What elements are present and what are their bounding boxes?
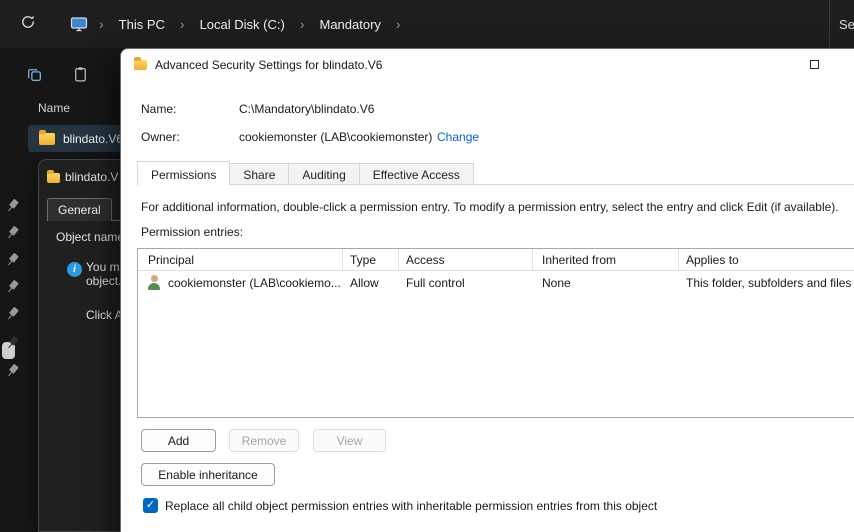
pin-icon[interactable] xyxy=(2,250,22,270)
table-header-row: Principal Type Access Inherited from App… xyxy=(138,249,854,271)
copy-icon xyxy=(26,66,43,88)
dialog-title: Advanced Security Settings for blindato.… xyxy=(155,58,383,72)
pin-icon[interactable] xyxy=(2,223,22,243)
dialog-tabs: Permissions Share Auditing Effective Acc… xyxy=(137,161,474,186)
column-header-access[interactable]: Access xyxy=(406,253,445,267)
column-header-inherited-from[interactable]: Inherited from xyxy=(542,253,616,267)
tab-share[interactable]: Share xyxy=(230,163,290,185)
column-header-type[interactable]: Type xyxy=(350,253,376,267)
maximize-icon xyxy=(809,59,819,69)
breadcrumb-chevron-icon: › xyxy=(99,16,104,32)
table-row[interactable]: cookiemonster (LAB\cookiemo... Allow Ful… xyxy=(138,271,854,294)
breadcrumb: › This PC › Local Disk (C:) › Mandatory … xyxy=(70,0,410,48)
cell-applies-to: This folder, subfolders and files xyxy=(686,276,852,290)
replace-permissions-checkbox[interactable]: ✓ xyxy=(143,498,158,513)
instructions-text: For additional information, double-click… xyxy=(141,200,839,214)
search-text: Sea xyxy=(839,16,854,32)
column-header-principal[interactable]: Principal xyxy=(148,253,194,267)
column-separator xyxy=(398,249,399,271)
refresh-button[interactable] xyxy=(14,10,42,38)
explorer-address-bar: › This PC › Local Disk (C:) › Mandatory … xyxy=(0,0,854,48)
enable-inheritance-button[interactable]: Enable inheritance xyxy=(141,463,275,486)
add-button[interactable]: Add xyxy=(141,429,216,452)
clipboard-button[interactable] xyxy=(67,64,93,90)
name-label: Name: xyxy=(141,102,177,116)
folder-icon xyxy=(39,129,55,145)
column-separator xyxy=(532,249,533,271)
tab-effective-access[interactable]: Effective Access xyxy=(359,163,474,185)
pin-icon[interactable] xyxy=(2,361,22,381)
file-item-blindato-v6[interactable]: blindato.V6 xyxy=(28,125,122,152)
properties-info-text-line2: object. xyxy=(86,274,122,288)
tab-general[interactable]: General xyxy=(47,198,112,221)
object-name-label: Object name: xyxy=(56,230,128,244)
cell-type: Allow xyxy=(350,276,379,290)
change-owner-link[interactable]: Change xyxy=(437,130,479,144)
permission-entries-label: Permission entries: xyxy=(141,225,244,239)
view-button[interactable]: View xyxy=(313,429,386,452)
column-separator xyxy=(342,249,343,271)
properties-dialog-title: blindato.V xyxy=(65,170,119,184)
folder-icon xyxy=(134,57,147,70)
tab-auditing[interactable]: Auditing xyxy=(289,163,360,185)
refresh-icon xyxy=(20,14,36,35)
maximize-button[interactable] xyxy=(797,52,831,76)
owner-value: cookiemonster (LAB\cookiemonster) xyxy=(239,130,433,144)
column-separator xyxy=(678,249,679,271)
copy-button[interactable] xyxy=(21,64,47,90)
screen: › This PC › Local Disk (C:) › Mandatory … xyxy=(0,0,854,532)
tab-permissions[interactable]: Permissions xyxy=(137,161,231,186)
pin-icon[interactable] xyxy=(2,196,22,216)
replace-permissions-checkbox-label[interactable]: Replace all child object permission entr… xyxy=(165,499,657,513)
name-value: C:\Mandatory\blindato.V6 xyxy=(239,102,375,116)
folder-icon xyxy=(47,170,60,183)
user-icon xyxy=(146,274,162,290)
breadcrumb-item-mandatory[interactable]: Mandatory xyxy=(314,13,387,36)
cell-access: Full control xyxy=(406,276,465,290)
breadcrumb-chevron-icon: › xyxy=(299,16,305,32)
advanced-security-dialog: Advanced Security Settings for blindato.… xyxy=(120,48,854,532)
breadcrumb-chevron-icon: › xyxy=(179,16,185,32)
breadcrumb-item-local-disk-c[interactable]: Local Disk (C:) xyxy=(194,13,291,36)
column-header-applies-to[interactable]: Applies to xyxy=(686,253,739,267)
pin-icon[interactable] xyxy=(2,277,22,297)
checkmark-icon: ✓ xyxy=(145,499,156,511)
cell-inherited-from: None xyxy=(542,276,571,290)
pin-icon[interactable] xyxy=(2,304,22,324)
breadcrumb-item-this-pc[interactable]: This PC xyxy=(113,13,171,36)
file-item-label: blindato.V6 xyxy=(63,131,122,146)
clipboard-icon xyxy=(72,66,89,88)
column-header-name[interactable]: Name xyxy=(38,101,70,115)
permission-entries-table: Principal Type Access Inherited from App… xyxy=(137,248,854,418)
this-pc-icon xyxy=(70,16,88,32)
info-icon: i xyxy=(67,262,82,277)
owner-label: Owner: xyxy=(141,130,180,144)
search-input[interactable]: Sea xyxy=(829,0,854,48)
breadcrumb-chevron-icon: › xyxy=(395,16,401,32)
cell-principal: cookiemonster (LAB\cookiemo... xyxy=(168,276,340,290)
remove-button[interactable]: Remove xyxy=(229,429,299,452)
